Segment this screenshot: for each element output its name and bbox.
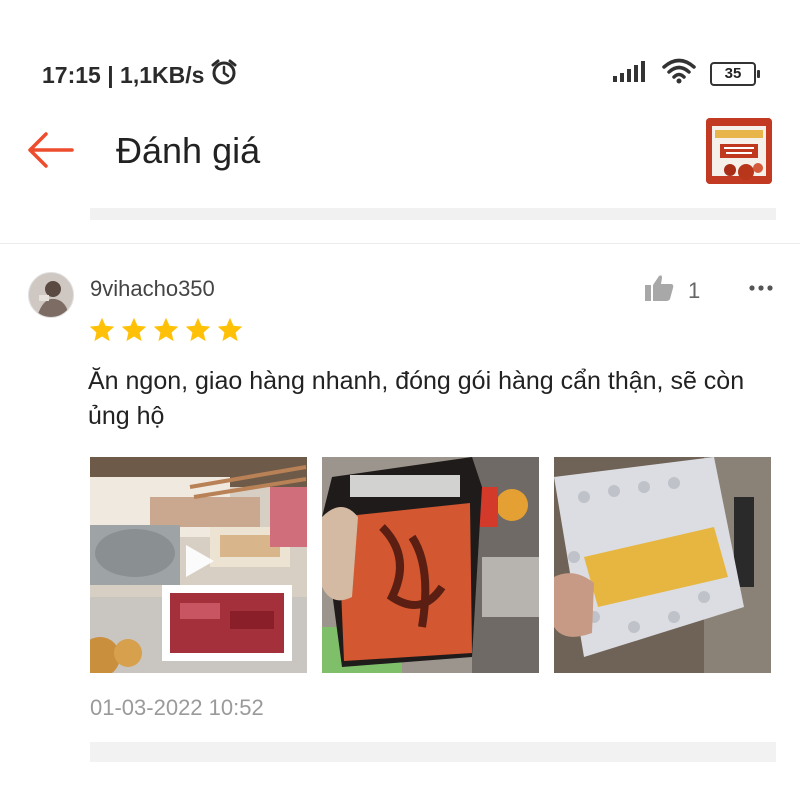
battery-level: 35 [724, 65, 742, 82]
wifi-icon [662, 58, 696, 89]
signal-icon [612, 59, 648, 88]
review-video-thumbnail[interactable] [90, 457, 307, 673]
bottom-strip [90, 742, 776, 762]
star-icon [88, 316, 116, 344]
review-timestamp: 01-03-2022 10:52 [90, 695, 264, 720]
status-time: 17:15 | 1,1KB/s [42, 61, 205, 88]
star-icon [120, 316, 148, 344]
username: 9vihacho350 [90, 276, 215, 301]
top-strip [90, 208, 776, 220]
like-count: 1 [688, 277, 701, 303]
divider [0, 243, 800, 244]
status-bar: 17:15 | 1,1KB/s 35 [0, 0, 800, 110]
avatar[interactable] [28, 272, 74, 318]
page-title: Đánh giá [116, 130, 261, 171]
review-text: Ăn ngon, giao hàng nhanh, đóng gói hàng … [88, 367, 745, 430]
battery-icon: 35 [710, 61, 760, 86]
product-thumbnail[interactable] [706, 118, 772, 184]
arrow-left-icon [24, 132, 76, 174]
review-card: 9vihacho350 1 Ăn ngon, giao hàng nhanh, … [0, 250, 800, 800]
app-header: Đánh giá [0, 110, 800, 190]
star-icon [184, 316, 212, 344]
like-button[interactable]: 1 [644, 274, 700, 307]
more-dots-icon [748, 285, 774, 304]
status-right: 35 [612, 58, 760, 89]
review-photo-package[interactable] [322, 457, 539, 673]
alarm-icon [210, 58, 238, 92]
review-photo-parcel[interactable] [554, 457, 771, 673]
star-icon [152, 316, 180, 344]
star-rating [88, 316, 244, 344]
star-icon [216, 316, 244, 344]
back-button[interactable] [24, 130, 76, 170]
more-options-button[interactable] [748, 276, 774, 300]
status-left: 17:15 | 1,1KB/s [42, 58, 238, 92]
thumbs-up-icon [644, 274, 674, 307]
